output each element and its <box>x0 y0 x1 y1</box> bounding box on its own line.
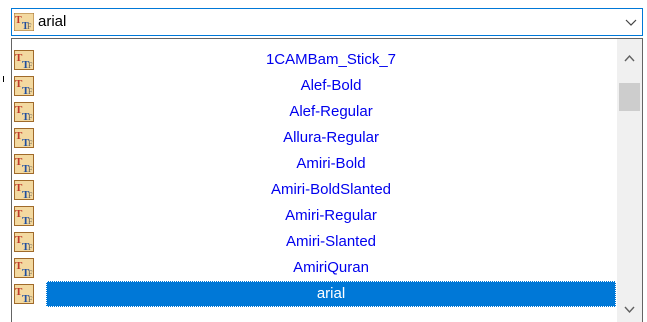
svg-text:T: T <box>15 15 22 26</box>
font-list-item-label: Amiri-Bold <box>296 155 366 172</box>
svg-text:F: F <box>28 243 33 252</box>
font-list: T T F 1CAMBam_Stick_7 T T F Alef-Bold T T F Alef-Re… <box>12 47 616 307</box>
font-list-item-label: Amiri-BoldSlanted <box>270 181 392 198</box>
svg-text:F: F <box>28 113 33 122</box>
svg-text:F: F <box>28 87 33 96</box>
chevron-down-icon[interactable] <box>623 14 639 30</box>
font-list-item[interactable]: T T F Amiri-BoldSlanted <box>12 177 616 203</box>
svg-text:F: F <box>28 295 33 304</box>
svg-text:F: F <box>27 22 32 31</box>
font-list-item[interactable]: T T F Amiri-Regular <box>12 203 616 229</box>
font-list-item[interactable]: T T F Amiri-Slanted <box>12 229 616 255</box>
truetype-font-icon: TTF <box>14 154 34 174</box>
font-list-item-label: Amiri-Slanted <box>285 233 377 250</box>
truetype-font-icon: TTF <box>14 258 34 278</box>
svg-text:F: F <box>28 217 33 226</box>
svg-text:F: F <box>28 61 33 70</box>
divider <box>3 76 4 82</box>
font-list-item[interactable]: T T F Alef-Bold <box>12 73 616 99</box>
font-list-item-label: Alef-Regular <box>289 103 373 120</box>
font-list-item[interactable]: T T F Amiri-Bold <box>12 151 616 177</box>
svg-text:F: F <box>28 269 33 278</box>
svg-text:F: F <box>28 139 33 148</box>
font-list-item[interactable]: T T F arial <box>12 281 616 307</box>
svg-text:F: F <box>28 165 33 174</box>
font-list-item-label: Alef-Bold <box>300 77 362 94</box>
font-list-item-label: Allura-Regular <box>283 129 379 146</box>
truetype-font-icon: TTF <box>14 284 34 304</box>
font-list-item-label: AmiriQuran <box>293 259 369 276</box>
truetype-font-icon: TTF <box>14 180 34 200</box>
truetype-font-icon: TTF <box>14 206 34 226</box>
font-list-item-label: 1CAMBam_Stick_7 <box>265 51 397 68</box>
truetype-font-icon: TTF <box>14 76 34 96</box>
truetype-font-icon: TTF <box>14 232 34 252</box>
font-list-item[interactable]: T T F 1CAMBam_Stick_7 <box>12 47 616 73</box>
truetype-font-icon: TTF <box>14 102 34 122</box>
font-list-item[interactable]: T T F Allura-Regular <box>12 125 616 151</box>
font-list-item-label: arial <box>316 285 346 302</box>
combo-value[interactable]: arial <box>38 9 66 35</box>
scroll-down-icon[interactable] <box>617 299 642 319</box>
scroll-up-icon[interactable] <box>617 49 642 69</box>
truetype-font-icon: TTF <box>14 128 34 148</box>
font-list-item[interactable]: T T F Alef-Regular <box>12 99 616 125</box>
truetype-font-icon: TTF <box>14 50 34 70</box>
svg-text:F: F <box>28 191 33 200</box>
font-combo-box[interactable]: T T F arial <box>11 8 643 36</box>
font-list-item-label: Amiri-Regular <box>285 207 377 224</box>
scrollbar-thumb[interactable] <box>619 83 640 111</box>
font-list-item[interactable]: T T F AmiriQuran <box>12 255 616 281</box>
truetype-font-icon: T T F <box>14 13 34 31</box>
vertical-scrollbar[interactable] <box>617 39 642 322</box>
font-dropdown-list[interactable]: T T F 1CAMBam_Stick_7 T T F Alef-Bold T T F Alef-Re… <box>11 38 643 322</box>
